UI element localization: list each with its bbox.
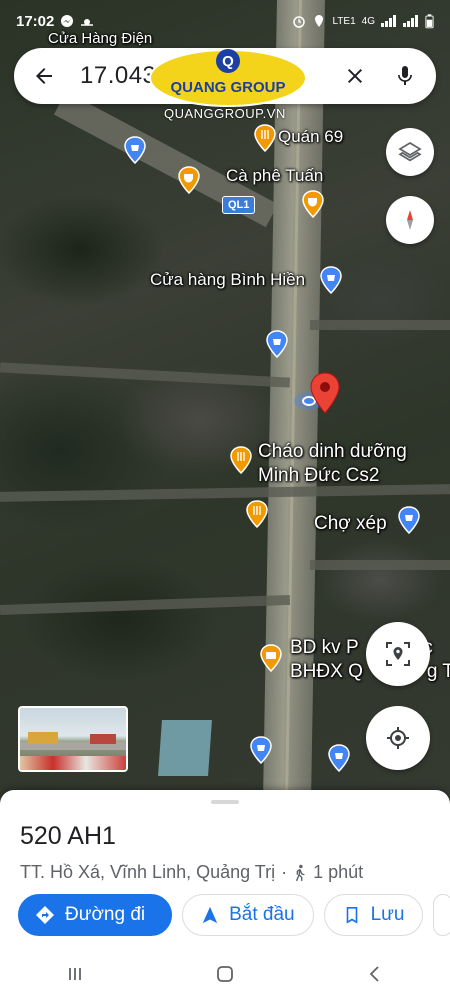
directions-icon [36,906,54,924]
road [310,320,450,330]
navigation-arrow-icon [202,906,218,924]
arrow-left-icon [36,68,52,84]
map-label-binh-hien[interactable]: Cửa hàng Bình Hiền [150,270,305,290]
map-label-shop[interactable]: Cửa Hàng Điện [48,30,152,47]
sv-building [28,732,58,744]
quang-group-logo: Q QUANG GROUP [149,49,307,107]
shop-pin-icon[interactable] [124,136,146,164]
directions-label: Đường đi [65,904,146,925]
start-label: Bắt đầu [229,904,295,925]
start-button[interactable]: Bắt đầu [182,894,314,936]
my-location-button[interactable] [366,706,430,770]
street-view-thumbnail[interactable] [18,706,128,772]
close-icon [348,69,362,83]
shop-pin-icon[interactable] [320,266,342,294]
building [158,720,212,776]
system-nav-bar [0,948,450,1000]
sv-building [90,734,116,744]
alarm-icon [293,16,306,28]
back-nav-button[interactable] [355,954,395,994]
shop-pin-icon[interactable] [250,736,272,764]
briefcase-pin-icon[interactable] [260,644,282,672]
separator: · [281,862,288,882]
road-shield-ql1: QL1 [222,196,256,214]
restaurant-pin-icon[interactable] [254,124,276,152]
bookmark-icon [346,906,357,924]
road [0,594,291,616]
back-button[interactable] [28,60,60,92]
layers-button[interactable] [386,128,434,176]
network-type: 4G [361,15,375,27]
signal-icon [403,15,418,27]
sv-ground [20,756,126,770]
map-label-chao-minh-duc[interactable]: Cháo dinh dưỡng Minh Đức Cs2 [258,440,407,488]
crosshair-icon [387,727,409,749]
street-view-lens-button[interactable] [366,622,430,686]
walk-time: 1 phút [313,862,364,882]
compass-button[interactable] [386,196,434,244]
dropped-pin-icon[interactable] [310,372,340,414]
road [0,362,291,388]
cafe-pin-icon[interactable] [178,166,200,194]
weather-icon [81,19,94,26]
layers-icon [398,142,422,162]
mic-icon [398,66,412,85]
walking-icon [295,864,305,881]
cafe-pin-icon[interactable] [302,190,324,218]
map-label-quan-69[interactable]: Quán 69 [278,127,343,147]
network-label: LTE1 [332,15,356,27]
place-title: 520 AH1 [20,822,116,850]
place-address-row: TT. Hồ Xá, Vĩnh Linh, Quảng Trị · 1 phút [20,862,363,883]
status-time: 17:02 [16,12,55,30]
logo-letter: Q [222,53,234,70]
scan-location-icon [386,642,410,666]
restaurant-pin-icon[interactable] [246,500,268,528]
recents-button[interactable] [55,954,95,994]
chevron-left-icon [369,966,379,982]
map-label-line: Cháo dinh dưỡng [258,441,407,462]
place-address: TT. Hồ Xá, Vĩnh Linh, Quảng Trị [20,862,276,882]
save-label: Lưu [370,904,405,925]
map-label-ca-phe-tuan[interactable]: Cà phê Tuấn [226,166,323,186]
logo-brand: QUANG GROUP [170,79,285,96]
home-icon [217,966,233,982]
messenger-icon [61,15,74,27]
save-button[interactable]: Lưu [323,894,424,936]
compass-icon [407,210,413,230]
shop-pin-icon[interactable] [266,330,288,358]
road [310,560,450,570]
more-actions-chip[interactable] [433,894,450,936]
shop-pin-icon[interactable] [398,506,420,534]
shop-pin-icon[interactable] [328,744,350,772]
clear-search-button[interactable] [338,59,372,93]
map-label-cho-xep[interactable]: Chợ xép [314,512,387,536]
restaurant-pin-icon[interactable] [230,446,252,474]
directions-button[interactable]: Đường đi [18,894,173,936]
watermark-site: QUANGGROUP.VN [164,106,286,121]
action-chips: Đường đi Bắt đầu Lưu [18,894,450,936]
location-icon [315,15,324,27]
signal-icon [381,15,396,27]
voice-search-button[interactable] [388,59,422,93]
recents-icon [69,968,81,980]
sheet-drag-handle[interactable] [211,800,239,804]
home-button[interactable] [205,954,245,994]
map-label-line: Minh Đức Cs2 [258,465,380,486]
battery-icon [425,13,434,28]
